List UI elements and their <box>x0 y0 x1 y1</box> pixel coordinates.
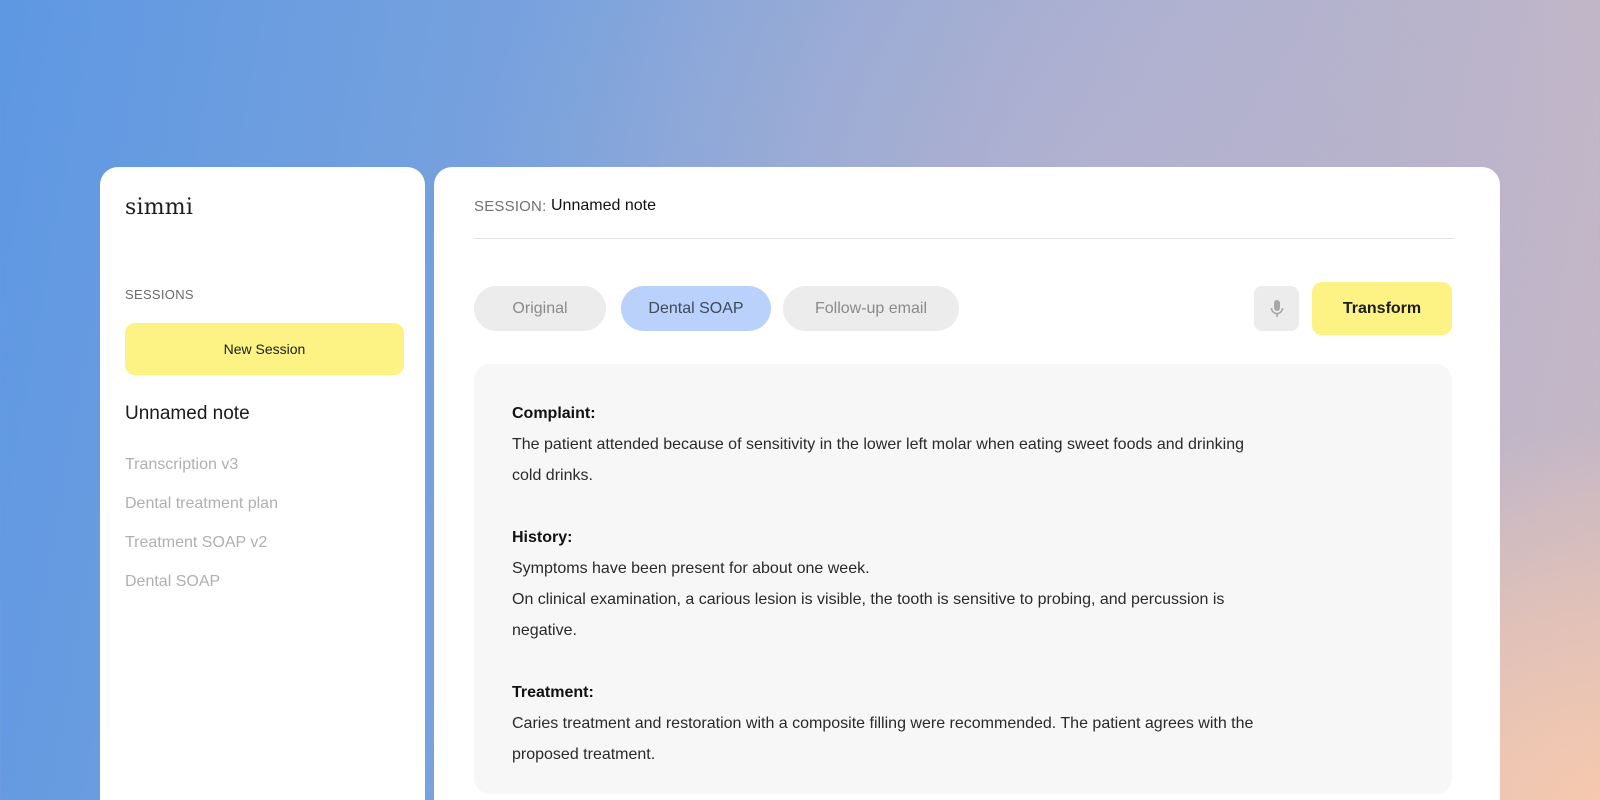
section-text: On clinical examination, a carious lesio… <box>512 591 1225 639</box>
section-text: The patient attended because of sensitiv… <box>512 436 1244 484</box>
section-text: Symptoms have been present for about one… <box>512 560 870 577</box>
section-title: Complaint: <box>512 405 596 422</box>
microphone-icon <box>1270 299 1283 317</box>
note-section-history: History: Symptoms have been present for … <box>512 522 1272 646</box>
session-prefix-label: SESSION: <box>474 198 547 215</box>
note-content[interactable]: Complaint: The patient attended because … <box>474 364 1452 794</box>
session-list: Transcription v3 Dental treatment plan T… <box>125 455 278 611</box>
session-item-dental-soap[interactable]: Dental SOAP <box>125 572 278 611</box>
new-session-button[interactable]: New Session <box>125 323 404 375</box>
current-session-title[interactable]: Unnamed note <box>125 403 250 425</box>
note-section-complaint: Complaint: The patient attended because … <box>512 398 1272 491</box>
sidebar: simmi SESSIONS New Session Unnamed note … <box>100 167 425 800</box>
app-logo: simmi <box>125 195 194 220</box>
transform-button[interactable]: Transform <box>1312 282 1452 335</box>
sessions-heading: SESSIONS <box>125 287 194 302</box>
tab-dental-soap[interactable]: Dental SOAP <box>621 286 771 331</box>
tab-original[interactable]: Original <box>474 286 606 331</box>
section-text: Caries treatment and restoration with a … <box>512 715 1254 763</box>
session-name[interactable]: Unnamed note <box>551 196 656 216</box>
note-section-treatment: Treatment: Caries treatment and restorat… <box>512 677 1272 770</box>
session-item-treatment-soap-v2[interactable]: Treatment SOAP v2 <box>125 533 278 572</box>
section-title: Treatment: <box>512 684 594 701</box>
session-header: SESSION: Unnamed note <box>474 197 1454 239</box>
tab-follow-up-email[interactable]: Follow-up email <box>783 286 959 331</box>
session-item-transcription-v3[interactable]: Transcription v3 <box>125 455 278 494</box>
session-item-dental-treatment-plan[interactable]: Dental treatment plan <box>125 494 278 533</box>
section-title: History: <box>512 529 573 546</box>
microphone-button[interactable] <box>1254 286 1299 331</box>
main-panel: SESSION: Unnamed note Original Dental SO… <box>434 167 1500 800</box>
